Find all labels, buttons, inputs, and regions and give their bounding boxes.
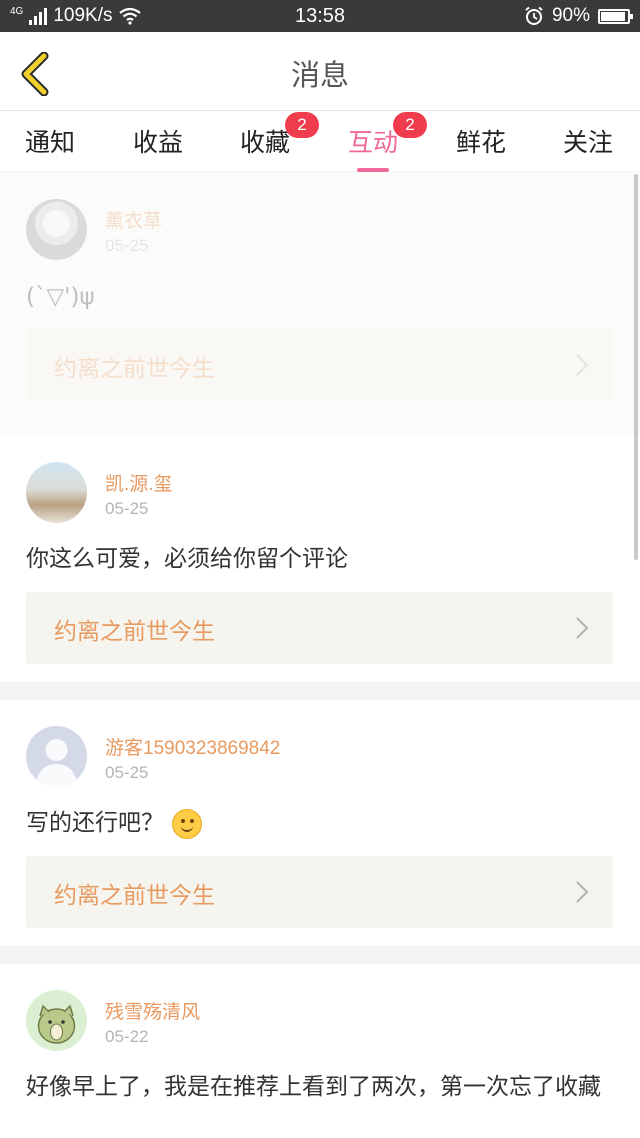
- comment-card[interactable]: 残雪殇清风 05-22 好像早上了，我是在推荐上看到了两次，第一次忘了收藏: [0, 964, 640, 1138]
- work-title: 约离之前世今生: [54, 356, 215, 382]
- tab-label: 收藏: [240, 128, 291, 157]
- work-link[interactable]: 约离之前世今生: [26, 592, 613, 664]
- comment-date: 05-22: [105, 1027, 149, 1046]
- tab-label: 通知: [25, 128, 76, 157]
- comment-text: 写的还行吧？: [26, 810, 164, 836]
- chevron-right-icon: [576, 354, 589, 376]
- tab-label: 关注: [563, 128, 614, 157]
- comment-text: 好像早上了，我是在推荐上看到了两次，第一次忘了收藏: [26, 1074, 601, 1100]
- tab-earnings[interactable]: 收益: [133, 123, 183, 159]
- tab-label: 鲜花: [456, 128, 507, 157]
- favorites-badge: 2: [285, 112, 319, 138]
- page-title: 消息: [290, 58, 349, 92]
- alarm-icon: [525, 6, 543, 25]
- tab-notify[interactable]: 通知: [25, 123, 75, 159]
- comment-body: 写的还行吧？: [26, 808, 616, 839]
- work-title: 约离之前世今生: [54, 883, 215, 909]
- tab-bar: 通知 收益 收藏 2 互动 2 鲜花 关注: [0, 111, 640, 172]
- comment-username[interactable]: 凯.源.玺: [105, 469, 173, 496]
- comment-date: 05-25: [105, 763, 149, 782]
- comment-text: 你这么可爱，必须给你留个评论: [26, 546, 348, 572]
- tab-favorites[interactable]: 收藏 2: [240, 112, 319, 159]
- tab-label: 收益: [133, 128, 184, 157]
- comment-username[interactable]: 薰衣草: [105, 206, 162, 233]
- tab-flowers[interactable]: 鲜花: [456, 123, 506, 159]
- battery-percent: 90%: [551, 5, 590, 26]
- comment-username[interactable]: 游客1590323869842: [105, 733, 280, 760]
- tab-follow[interactable]: 关注: [563, 123, 613, 159]
- hamster-avatar-icon: [37, 1004, 76, 1044]
- comment-date: 05-25: [105, 236, 149, 255]
- interaction-badge: 2: [393, 112, 427, 138]
- work-link[interactable]: 约离之前世今生: [26, 329, 613, 401]
- work-title: 约离之前世今生: [54, 619, 215, 645]
- comment-date: 05-25: [105, 499, 149, 518]
- comment-text: (`▽')ψ: [26, 284, 95, 310]
- comment-card[interactable]: 游客1590323869842 05-25 写的还行吧？ 约离之前世今生: [0, 700, 640, 946]
- comment-username[interactable]: 残雪殇清风: [105, 997, 200, 1024]
- comment-feed[interactable]: 薰衣草 05-25 (`▽')ψ 约离之前世今生 凯.源.玺 05-25 你这么…: [0, 172, 640, 1138]
- avatar[interactable]: [26, 462, 87, 523]
- tab-interaction[interactable]: 互动 2: [348, 112, 427, 172]
- status-right: 90%: [524, 5, 633, 27]
- tab-label: 互动: [348, 128, 399, 157]
- status-bar: 4G 109K/s 13:58 90%: [0, 0, 640, 32]
- avatar[interactable]: [26, 990, 87, 1051]
- scrollbar[interactable]: [634, 174, 638, 560]
- avatar[interactable]: [26, 726, 87, 787]
- comment-card[interactable]: 薰衣草 05-25 (`▽')ψ 约离之前世今生: [0, 172, 640, 436]
- chevron-right-icon: [576, 617, 589, 639]
- avatar[interactable]: [26, 199, 87, 260]
- chevron-right-icon: [576, 881, 589, 903]
- default-user-icon: [35, 739, 78, 787]
- comment-card[interactable]: 凯.源.玺 05-25 你这么可爱，必须给你留个评论 约离之前世今生: [0, 436, 640, 682]
- smile-emoji-icon: [172, 808, 202, 839]
- battery-icon: [598, 8, 633, 24]
- work-link[interactable]: 约离之前世今生: [26, 856, 613, 928]
- nav-header: 消息: [0, 32, 640, 111]
